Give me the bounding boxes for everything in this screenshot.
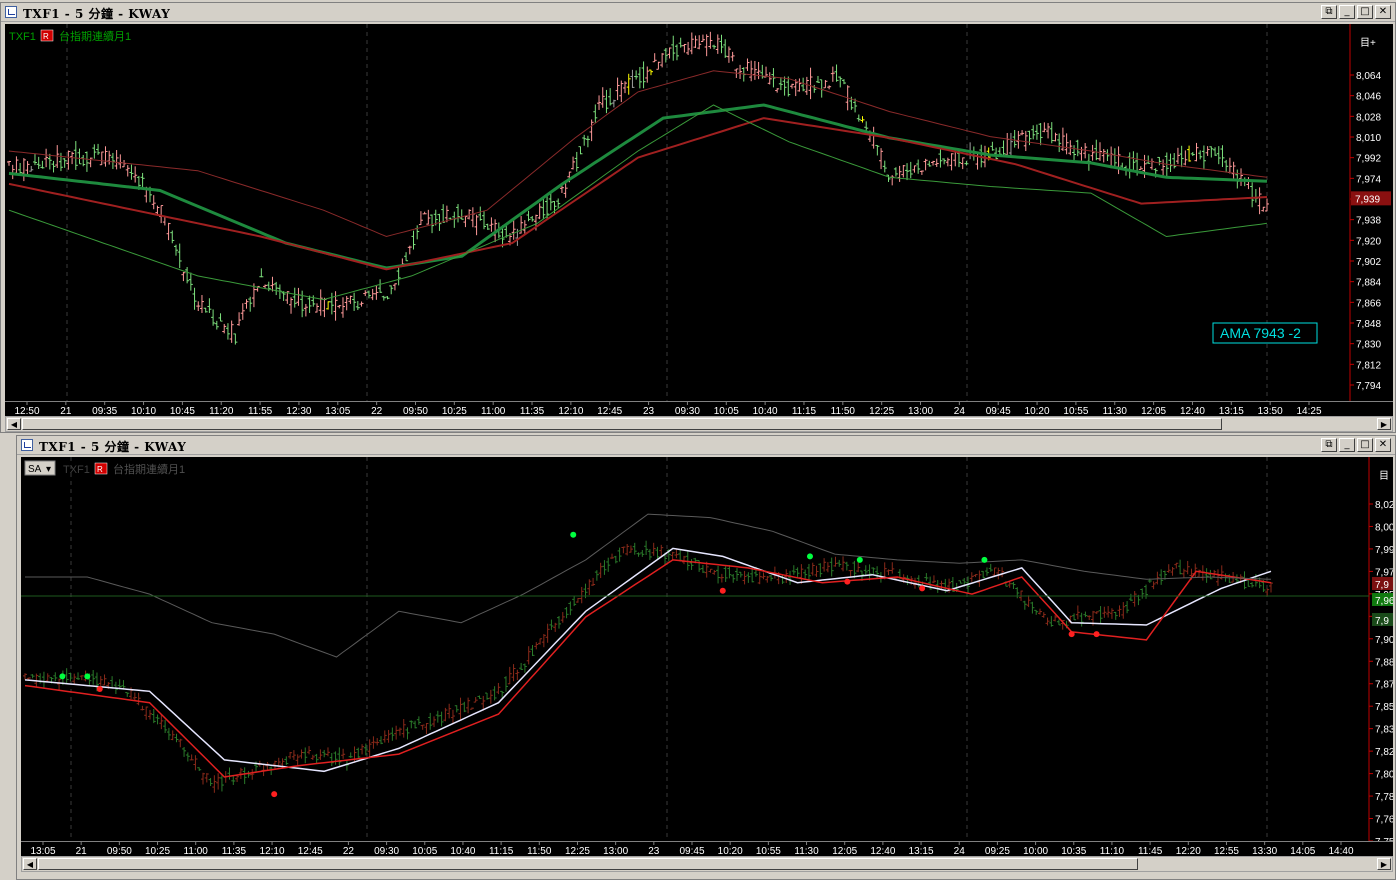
maximize-button[interactable]: □ (1357, 5, 1373, 19)
y-tick-label: 7,99 (1375, 545, 1393, 556)
legend-study-name: 台指期連續月1 (113, 462, 185, 476)
y-tick-label: 7,90 (1375, 635, 1393, 646)
indicator-line-red-ma (8, 117, 1268, 271)
y-tick-label: 8,02 (1375, 500, 1393, 511)
maximize-button[interactable]: □ (1357, 438, 1373, 452)
y-tick-label: 8,028 (1356, 112, 1381, 123)
study-selector-value: SA (28, 464, 42, 475)
close-button[interactable]: ✕ (1375, 5, 1391, 19)
study-badge-text: R (97, 465, 103, 474)
restore-icon[interactable]: ⧉ (1321, 438, 1337, 452)
study-badge-text: R (43, 32, 49, 41)
y-tick-label: 7,97 (1375, 567, 1393, 578)
price-chart-top[interactable]: 8,0648,0468,0288,0107,9927,9747,9567,938… (5, 24, 1393, 401)
chart-window-icon (21, 439, 33, 451)
y-tick-label: 7,866 (1356, 298, 1381, 309)
signal-dot-red (719, 587, 726, 594)
chart-window-top: TXF1 - 5 分鐘 - KWAY ⧉ _ □ ✕ 8,064 8,046 8,0… (0, 2, 1396, 433)
chart-window-icon (5, 6, 17, 18)
window-title-bar[interactable]: TXF1 - 5 分鐘 - KWAY ⧉ _ □ ✕ (17, 436, 1395, 455)
scroll-right-arrow[interactable]: ▶ (1377, 858, 1391, 870)
y-tick-label: 7,920 (1356, 236, 1381, 247)
side-price-tag-label: 7,96 (1375, 596, 1393, 607)
scroll-left-arrow[interactable]: ◀ (7, 418, 21, 430)
y-tick-label: 7,76 (1375, 815, 1393, 826)
signal-dot-red (844, 578, 851, 585)
y-tick-label: 7,88 (1375, 657, 1393, 668)
window-title: TXF1 - 5 分鐘 - KWAY (23, 7, 171, 21)
axis-control-icon: 目+ (1360, 38, 1376, 49)
scroll-left-arrow[interactable]: ◀ (23, 858, 37, 870)
price-chart-svg-top: 8,0648,0468,0288,0107,9927,9747,9567,938… (7, 24, 1391, 401)
y-tick-label: 7,848 (1356, 319, 1381, 330)
y-tick-label: 7,974 (1356, 174, 1381, 185)
axis-control-icon: 目 (1379, 471, 1389, 482)
y-tick-label: 8,046 (1356, 92, 1381, 103)
window-title-bar[interactable]: TXF1 - 5 分鐘 - KWAY ⧉ _ □ ✕ (1, 3, 1395, 22)
signal-dot-green (806, 553, 813, 560)
signal-dot-green (59, 673, 66, 680)
indicator-line-white-avg (24, 547, 1272, 773)
y-tick-label: 8,010 (1356, 133, 1381, 144)
side-price-tag-label: 7,9 (1375, 580, 1389, 591)
signal-dot-red (96, 686, 103, 692)
scroll-thumb[interactable] (38, 858, 1138, 870)
side-price-tag-label: 7,9 (1375, 616, 1389, 627)
y-tick-label: 7,884 (1356, 278, 1381, 289)
close-button[interactable]: ✕ (1375, 438, 1391, 452)
legend-study-name: 台指期連續月1 (59, 29, 131, 43)
y-tick-label: 8,00 (1375, 522, 1393, 533)
last-price-label: 7,939 (1355, 194, 1380, 205)
signal-dot-green (84, 673, 91, 680)
y-tick-label: 7,794 (1356, 381, 1381, 392)
price-chart-svg-bottom: 8,028,007,997,977,957,937,907,887,877,85… (21, 457, 1395, 848)
chart-window-bottom: TXF1 - 5 分鐘 - KWAY ⧉ _ □ ✕ 8,02 8,00 7,99 7… (16, 435, 1396, 880)
signal-dot-red (1068, 631, 1075, 638)
y-tick-label: 7,87 (1375, 680, 1393, 691)
signal-dot-red (271, 791, 278, 798)
minimize-button[interactable]: _ (1339, 5, 1355, 19)
signal-dot-red (919, 585, 926, 592)
signal-dot-red (1093, 631, 1100, 638)
signal-dot-green (570, 531, 577, 538)
horizontal-scrollbar-top[interactable]: ◀ ▶ (5, 416, 1393, 432)
y-tick-label: 7,992 (1356, 154, 1381, 165)
y-tick-label: 7,78 (1375, 792, 1393, 803)
ama-readout-label: AMA 7943 -2 (1220, 325, 1301, 341)
y-tick-label: 7,83 (1375, 725, 1393, 736)
time-axis-top: 12:50 21 09:35 10:10 10:45 11:20 11:55 12:30 13:… (5, 401, 1393, 417)
y-tick-label: 7,938 (1356, 216, 1381, 227)
signal-dot-green (981, 556, 988, 563)
y-tick-label: 7,902 (1356, 257, 1381, 268)
indicator-line-green-mid (8, 103, 1268, 270)
scroll-right-arrow[interactable]: ▶ (1377, 418, 1391, 430)
indicator-line-maroon-upper (8, 70, 1268, 238)
y-tick-label: 7,82 (1375, 747, 1393, 758)
horizontal-scrollbar-bottom[interactable]: ◀ ▶ (21, 856, 1393, 872)
scroll-thumb[interactable] (22, 418, 1222, 430)
legend-symbol: TXF1 (9, 31, 36, 43)
y-tick-label: 7,830 (1356, 340, 1381, 351)
window-title: TXF1 - 5 分鐘 - KWAY (39, 440, 187, 454)
y-tick-label: 8,064 (1356, 71, 1381, 82)
price-chart-bottom[interactable]: 8,028,007,997,977,957,937,907,887,877,85… (21, 457, 1395, 848)
time-axis-bottom: 13:05 21 09:50 10:25 11:00 11:35 12:10 12:45 22 0… (21, 841, 1393, 857)
y-tick-label: 7,812 (1356, 360, 1381, 371)
chevron-down-icon: ▾ (46, 464, 51, 475)
indicator-line-gray-upper (25, 513, 1272, 658)
legend-symbol: TXF1 (63, 464, 90, 476)
minimize-button[interactable]: _ (1339, 438, 1355, 452)
indicator-line-red-avg (24, 559, 1272, 778)
signal-dot-green (856, 556, 863, 563)
y-tick-label: 7,85 (1375, 702, 1393, 713)
y-tick-label: 7,80 (1375, 770, 1393, 781)
restore-icon[interactable]: ⧉ (1321, 5, 1337, 19)
